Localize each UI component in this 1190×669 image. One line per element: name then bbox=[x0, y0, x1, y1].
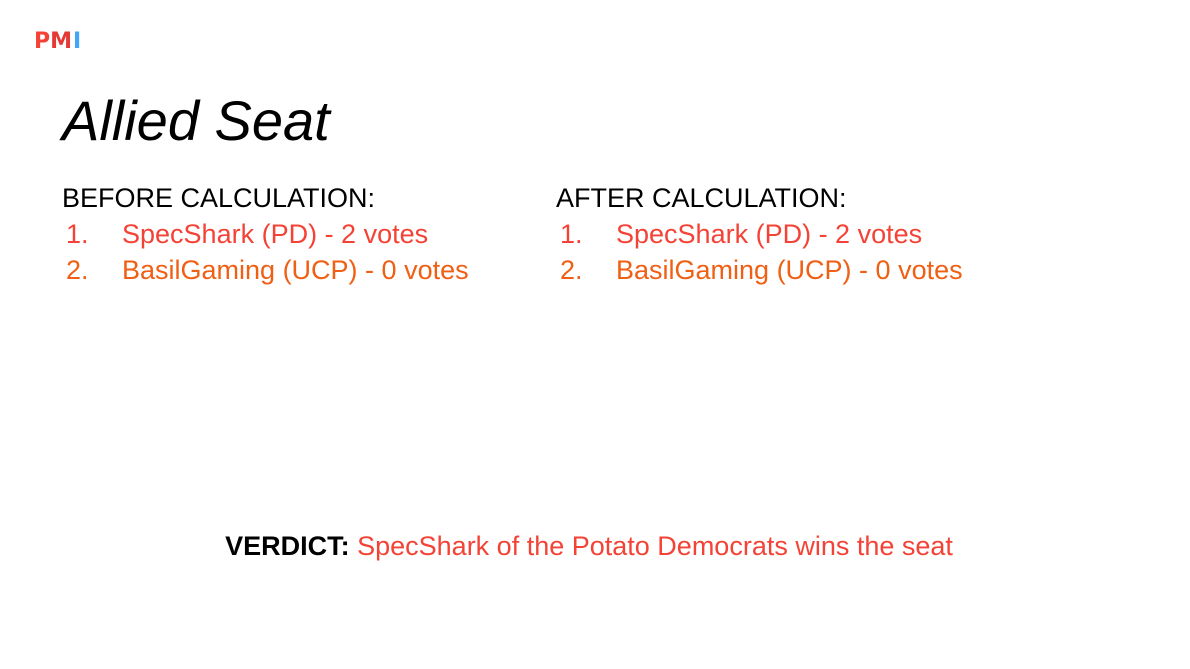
before-calculation-list: 1. SpecShark (PD) - 2 votes 2. BasilGami… bbox=[62, 216, 532, 288]
list-item-text: SpecShark (PD) - 2 votes bbox=[616, 219, 923, 249]
verdict-label: VERDICT: bbox=[225, 531, 350, 561]
before-calculation-heading: BEFORE CALCULATION: bbox=[62, 183, 376, 213]
logo-letter-m: M bbox=[50, 29, 73, 54]
list-item-text: BasilGaming (UCP) - 0 votes bbox=[616, 255, 963, 285]
list-item-text: BasilGaming (UCP) - 0 votes bbox=[122, 255, 469, 285]
list-item-text: SpecShark (PD) - 2 votes bbox=[122, 219, 429, 249]
list-item-number: 1. bbox=[560, 219, 583, 249]
list-item-number: 1. bbox=[66, 219, 89, 249]
pmi-logo: P M I bbox=[34, 29, 81, 55]
after-calculation-list: 1. SpecShark (PD) - 2 votes 2. BasilGami… bbox=[556, 216, 1026, 288]
logo-letter-p: P bbox=[34, 29, 51, 54]
verdict-text: SpecShark of the Potato Democrats wins t… bbox=[357, 531, 953, 561]
after-calculation-section: AFTER CALCULATION: 1. SpecShark (PD) - 2… bbox=[556, 180, 1026, 288]
verdict-line: VERDICT: SpecShark of the Potato Democra… bbox=[0, 528, 1178, 564]
logo-letter-i: I bbox=[73, 29, 82, 54]
after-list-item: 1. SpecShark (PD) - 2 votes bbox=[556, 216, 1026, 252]
after-calculation-heading: AFTER CALCULATION: bbox=[556, 183, 847, 213]
list-item-number: 2. bbox=[560, 255, 583, 285]
before-list-item: 2. BasilGaming (UCP) - 0 votes bbox=[62, 252, 532, 288]
before-list-item: 1. SpecShark (PD) - 2 votes bbox=[62, 216, 532, 252]
list-item-number: 2. bbox=[66, 255, 89, 285]
after-list-item: 2. BasilGaming (UCP) - 0 votes bbox=[556, 252, 1026, 288]
before-calculation-section: BEFORE CALCULATION: 1. SpecShark (PD) - … bbox=[62, 180, 532, 288]
slide-title: Allied Seat bbox=[62, 89, 330, 152]
